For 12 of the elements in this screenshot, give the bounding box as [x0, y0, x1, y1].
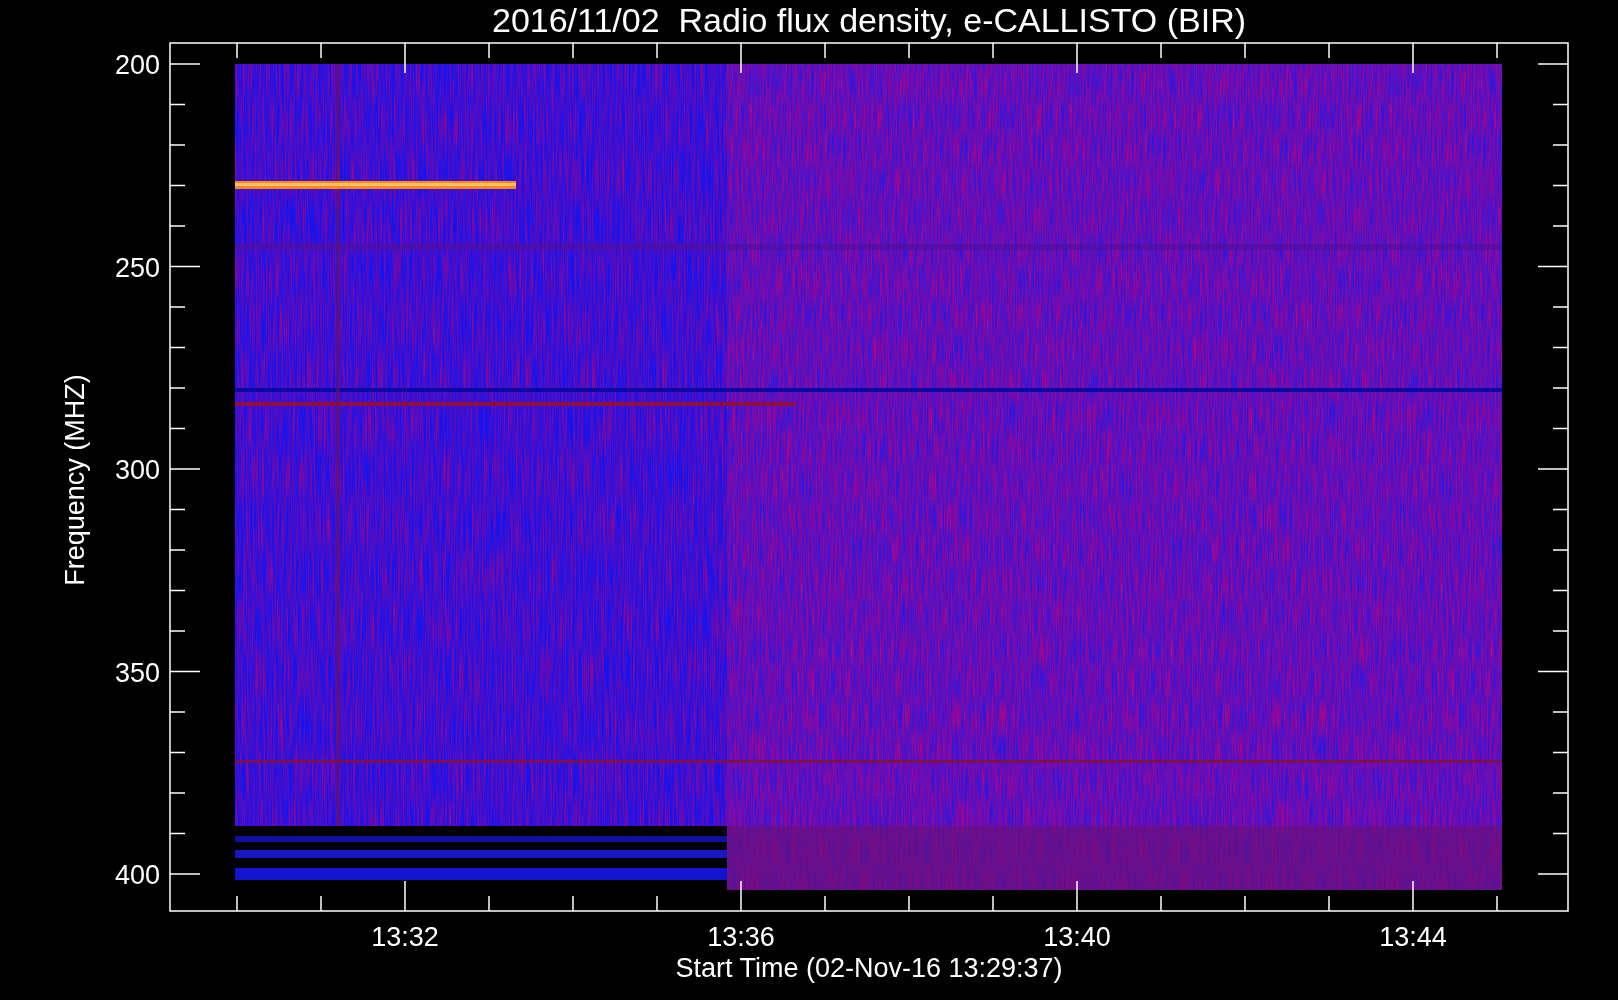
- y-axis-label: Frequency (MHZ): [60, 374, 90, 586]
- y-tick-label: 250: [114, 252, 160, 283]
- x-axis-label: Start Time (02-Nov-16 13:29:37): [675, 953, 1063, 983]
- y-tick-label: 200: [114, 50, 160, 80]
- x-tick-label: 13:32: [371, 922, 439, 952]
- x-tick-label: 13:40: [1043, 922, 1111, 952]
- x-tick-label: 13:44: [1379, 922, 1447, 952]
- x-tick-label: 13:36: [707, 922, 775, 952]
- y-tick-label: 300: [114, 455, 160, 485]
- y-tick-label: 350: [114, 657, 160, 688]
- chart-title: 2016/11/02 Radio flux density, e-CALLISTO (BIR): [492, 1, 1246, 39]
- y-tick-label: 400: [114, 860, 160, 890]
